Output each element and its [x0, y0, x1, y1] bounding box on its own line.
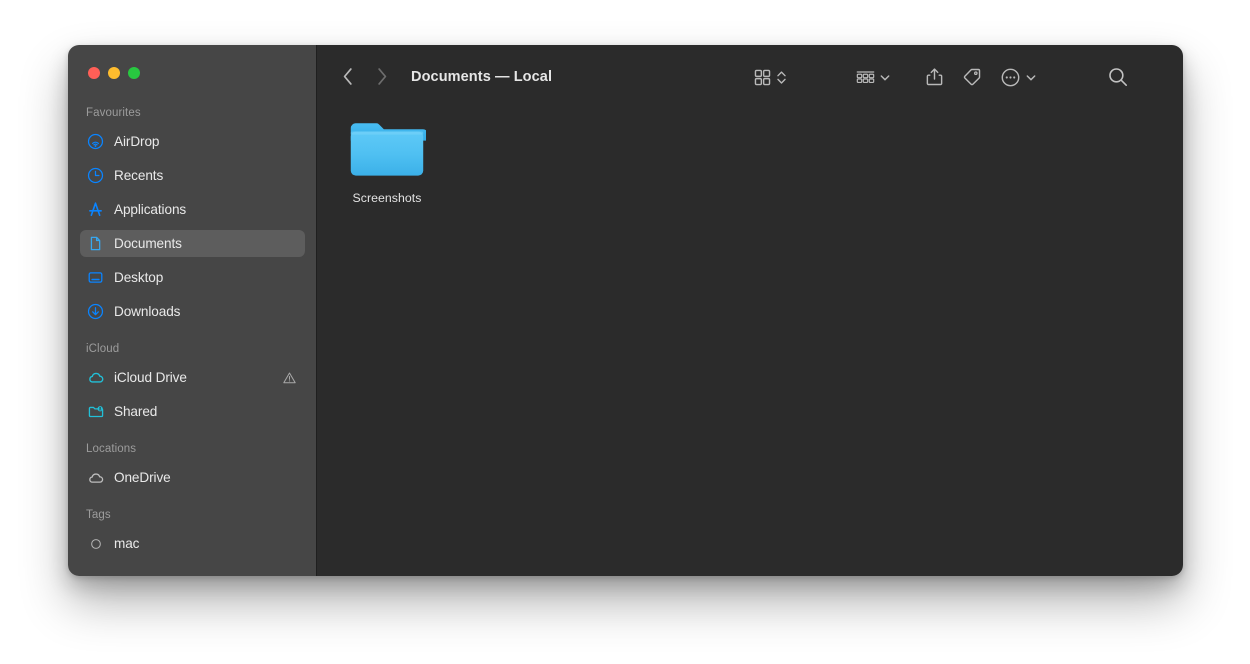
navigation-buttons [337, 65, 393, 89]
chevron-up-down-icon[interactable] [776, 64, 787, 90]
sidebar-item-label: Desktop [114, 270, 163, 285]
group-by-control[interactable] [855, 64, 891, 90]
sidebar-item-label: Shared [114, 404, 157, 419]
sidebar-item-label: iCloud Drive [114, 370, 187, 385]
view-options-control[interactable] [753, 64, 787, 90]
sidebar-item-airdrop[interactable]: AirDrop [80, 128, 305, 155]
window-title: Documents — Local [411, 69, 552, 85]
search-icon[interactable] [1107, 64, 1129, 90]
sidebar-item-desktop[interactable]: Desktop [80, 264, 305, 291]
sidebar: Favourites AirDrop [68, 45, 317, 576]
minimize-button[interactable] [108, 67, 120, 79]
cloud-icon [86, 368, 105, 387]
sidebar-item-applications[interactable]: Applications [80, 196, 305, 223]
warning-triangle-icon[interactable] [282, 370, 297, 385]
sidebar-section-icloud-header: iCloud [68, 341, 316, 357]
chevron-down-icon[interactable] [1025, 64, 1037, 90]
file-grid[interactable]: Screenshots [317, 108, 1183, 576]
download-icon [86, 302, 105, 321]
sidebar-item-label: Recents [114, 168, 163, 183]
finder-window: Favourites AirDrop [68, 45, 1183, 576]
sidebar-item-label: Applications [114, 202, 186, 217]
sidebar-item-label: Documents [114, 236, 182, 251]
sidebar-section-tags-header: Tags [68, 507, 316, 523]
grid-view-icon[interactable] [753, 64, 772, 90]
sidebar-section-favourites-header: Favourites [68, 105, 316, 121]
sidebar-item-shared[interactable]: Shared [80, 398, 305, 425]
chevron-down-icon[interactable] [879, 64, 891, 90]
more-options-control[interactable] [1000, 64, 1037, 90]
back-button[interactable] [337, 65, 359, 89]
window-controls [88, 67, 140, 79]
sidebar-list[interactable]: Favourites AirDrop [68, 105, 316, 576]
file-name-label: Screenshots [349, 190, 426, 206]
action-buttons [925, 64, 1037, 90]
more-ellipsis-icon[interactable] [1000, 64, 1021, 90]
content-pane: Documents — Local [317, 45, 1183, 576]
sidebar-item-label: Downloads [114, 304, 180, 319]
file-item-screenshots[interactable]: Screenshots [335, 118, 439, 206]
group-by-icon[interactable] [855, 64, 876, 90]
screen: Favourites AirDrop [0, 0, 1250, 664]
sidebar-item-label: mac [114, 536, 139, 551]
applications-icon [86, 200, 105, 219]
close-button[interactable] [88, 67, 100, 79]
onedrive-cloud-icon [86, 468, 105, 487]
toolbar: Documents — Local [317, 45, 1183, 108]
sidebar-item-icloud-drive[interactable]: iCloud Drive [80, 364, 305, 391]
sidebar-item-tag-mac[interactable]: mac [80, 530, 305, 557]
airdrop-icon [86, 132, 105, 151]
sidebar-item-onedrive[interactable]: OneDrive [80, 464, 305, 491]
maximize-button[interactable] [128, 67, 140, 79]
sidebar-section-locations-header: Locations [68, 441, 316, 457]
share-button[interactable] [925, 64, 944, 90]
sidebar-item-label: OneDrive [114, 470, 171, 485]
desktop-icon [86, 268, 105, 287]
tag-button[interactable] [962, 64, 982, 90]
document-icon [86, 234, 105, 253]
sidebar-item-recents[interactable]: Recents [80, 162, 305, 189]
search-control[interactable] [1107, 64, 1129, 90]
shared-folder-icon [86, 402, 105, 421]
folder-icon [348, 118, 426, 180]
clock-icon [86, 166, 105, 185]
gray-tag-dot-icon [86, 534, 105, 553]
sidebar-item-documents[interactable]: Documents [80, 230, 305, 257]
sidebar-item-label: AirDrop [114, 134, 159, 149]
sidebar-item-downloads[interactable]: Downloads [80, 298, 305, 325]
forward-button[interactable] [371, 65, 393, 89]
